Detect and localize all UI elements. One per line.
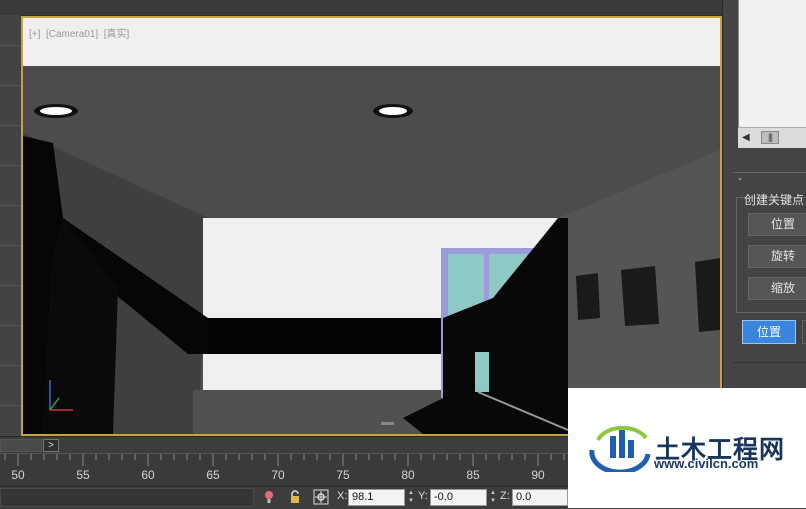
watermark-url: www.civilcn.com [654, 456, 759, 471]
scale-key-button[interactable]: 缩放 [748, 277, 806, 300]
top-toolbar-strip [0, 0, 806, 16]
logo-icon [589, 425, 651, 472]
ruler-label: 55 [76, 468, 90, 482]
ruler-label: 85 [466, 468, 480, 482]
track-list[interactable] [738, 0, 806, 127]
next-frame-button[interactable]: > [43, 439, 59, 452]
ruler-label: 70 [271, 468, 285, 482]
time-slider-track[interactable] [0, 439, 42, 452]
x-spinner-icon[interactable]: ▲ ▼ [406, 489, 416, 506]
crosshair-icon[interactable] [313, 489, 329, 505]
z-axis-label: Z: [500, 490, 510, 502]
left-toolbar [0, 15, 22, 435]
x-coordinate-field[interactable]: 98.1 [348, 489, 405, 506]
position-key-button[interactable]: 位置 [748, 213, 806, 236]
y-axis-label: Y: [418, 490, 428, 502]
ruler-label: 75 [336, 468, 350, 482]
panel-divider [733, 362, 806, 363]
watermark: 土木工程网 www.civilcn.com [568, 388, 806, 508]
camera-viewport[interactable]: [+] [Camera01] [真实] [21, 16, 722, 436]
status-bar: X: 98.1 ▲ ▼ Y: -0.0 ▲ ▼ Z: 0.0 [0, 486, 568, 509]
viewport-label[interactable]: [+] [Camera01] [真实] [29, 25, 129, 40]
ruler-ticks [4, 454, 565, 466]
command-panel: ◀ ||| - 创建关键点 位置 旋转 缩放 位置 [722, 0, 806, 436]
scroll-thumb[interactable]: ||| [761, 131, 779, 144]
ruler-label: 65 [206, 468, 220, 482]
ruler-label: 60 [141, 468, 155, 482]
ruler-label: 90 [531, 468, 545, 482]
timeline-ruler[interactable]: 50 55 60 65 70 75 80 85 90 [0, 453, 568, 487]
panel-button-edge[interactable] [802, 320, 806, 344]
scroll-left-icon[interactable]: ◀ [742, 132, 750, 143]
horizontal-scrollbar[interactable]: ◀ ||| [738, 127, 806, 148]
rollout-collapse-icon[interactable]: - [738, 174, 742, 185]
time-slider-bar[interactable]: > [0, 436, 568, 454]
x-axis-label: X: [337, 490, 348, 502]
y-coordinate-field[interactable]: -0.0 [430, 489, 487, 506]
create-key-group-title: 创建关键点 [744, 193, 805, 207]
rollout-header[interactable]: - [733, 172, 806, 185]
scene-render [23, 18, 720, 434]
lock-icon[interactable] [287, 489, 303, 505]
ruler-label: 50 [11, 468, 25, 482]
status-prompt-area [0, 488, 254, 507]
ruler-label: 80 [401, 468, 415, 482]
lightbulb-icon[interactable] [261, 489, 277, 505]
y-spinner-icon[interactable]: ▲ ▼ [488, 489, 498, 506]
z-coordinate-field[interactable]: 0.0 [512, 489, 568, 506]
position-active-button[interactable]: 位置 [742, 320, 796, 344]
rotation-key-button[interactable]: 旋转 [748, 245, 806, 268]
